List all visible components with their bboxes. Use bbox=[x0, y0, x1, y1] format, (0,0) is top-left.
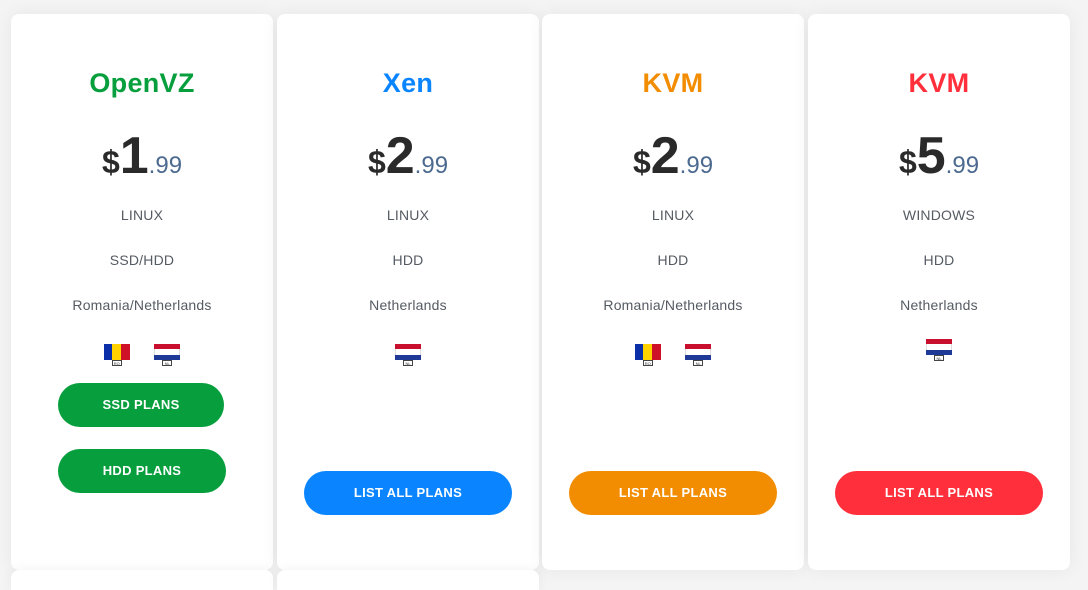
next-row-card-top bbox=[11, 570, 273, 590]
flag-code: RO bbox=[642, 360, 653, 366]
plan-title: OpenVZ bbox=[89, 68, 195, 98]
romania-flag-icon: RO bbox=[634, 344, 661, 366]
netherlands-flag-icon: NL bbox=[926, 339, 952, 361]
plan-storage: SSD/HDD bbox=[109, 252, 175, 268]
price-integer: 2 bbox=[650, 127, 680, 185]
plan-title: KVM bbox=[642, 68, 704, 98]
plan-os: LINUX bbox=[386, 207, 430, 223]
price-decimal: .99 bbox=[945, 152, 980, 179]
plan-title: Xen bbox=[382, 68, 434, 98]
flag-code: NL bbox=[693, 360, 704, 366]
netherlands-flag-icon: NL bbox=[685, 344, 712, 366]
plan-flags: NL bbox=[277, 344, 539, 370]
price-integer: 1 bbox=[119, 127, 149, 185]
list-all-plans-button[interactable]: LIST ALL PLANS bbox=[835, 471, 1043, 515]
currency-symbol: $ bbox=[632, 144, 651, 180]
list-all-plans-button[interactable]: LIST ALL PLANS bbox=[569, 471, 777, 515]
ssd-plans-button[interactable]: SSD PLANS bbox=[58, 383, 224, 427]
plan-location: Netherlands bbox=[900, 297, 978, 313]
plan-location: Netherlands bbox=[369, 297, 447, 313]
plan-flags: RO NL bbox=[542, 344, 804, 370]
plan-price: $2.99 bbox=[542, 126, 804, 186]
plan-location: Romania/Netherlands bbox=[72, 297, 212, 313]
plan-card-openvz: OpenVZ $1.99 LINUX SSD/HDD Romania/Nethe… bbox=[11, 14, 273, 570]
hdd-plans-button[interactable]: HDD PLANS bbox=[58, 449, 226, 493]
plan-title: KVM bbox=[908, 68, 970, 98]
netherlands-flag-icon: NL bbox=[395, 344, 421, 366]
flag-code: NL bbox=[934, 355, 944, 361]
plan-price: $2.99 bbox=[277, 126, 539, 186]
price-integer: 5 bbox=[916, 127, 946, 185]
price-decimal: .99 bbox=[679, 152, 714, 179]
plan-card-kvm-windows: KVM $5.99 WINDOWS HDD Netherlands NL LIS… bbox=[808, 14, 1070, 570]
currency-symbol: $ bbox=[898, 144, 917, 180]
plan-flags: RO NL bbox=[11, 344, 273, 370]
price-decimal: .99 bbox=[148, 152, 183, 179]
next-row-card-top bbox=[277, 570, 539, 590]
netherlands-flag-icon: NL bbox=[154, 344, 181, 366]
plan-os: LINUX bbox=[120, 207, 164, 223]
plan-os: WINDOWS bbox=[902, 207, 976, 223]
plan-location: Romania/Netherlands bbox=[603, 297, 743, 313]
list-all-plans-button[interactable]: LIST ALL PLANS bbox=[304, 471, 512, 515]
plan-card-xen: Xen $2.99 LINUX HDD Netherlands NL LIST … bbox=[277, 14, 539, 570]
flag-code: NL bbox=[403, 360, 413, 366]
plan-storage: HDD bbox=[657, 252, 689, 268]
romania-flag-icon: RO bbox=[103, 344, 130, 366]
price-decimal: .99 bbox=[414, 152, 449, 179]
currency-symbol: $ bbox=[367, 144, 386, 180]
plan-flags: NL bbox=[808, 339, 1070, 365]
plan-os: LINUX bbox=[651, 207, 695, 223]
plan-card-kvm-linux: KVM $2.99 LINUX HDD Romania/Netherlands … bbox=[542, 14, 804, 570]
plan-price: $1.99 bbox=[11, 126, 273, 186]
plan-storage: HDD bbox=[923, 252, 955, 268]
flag-code: NL bbox=[162, 360, 173, 366]
plan-storage: HDD bbox=[392, 252, 424, 268]
flag-code: RO bbox=[111, 360, 122, 366]
price-integer: 2 bbox=[385, 127, 415, 185]
currency-symbol: $ bbox=[101, 144, 120, 180]
plan-price: $5.99 bbox=[808, 126, 1070, 186]
